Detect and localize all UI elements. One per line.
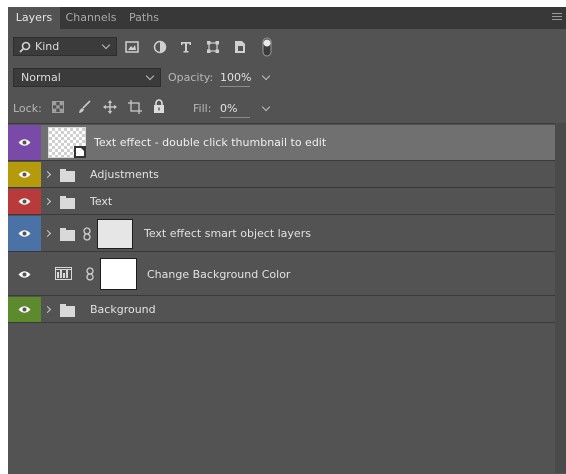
expand-arrow-icon[interactable] bbox=[43, 197, 52, 206]
panel-tab-bar: Layers Channels Paths bbox=[8, 7, 566, 29]
layer-mask-thumbnail[interactable] bbox=[100, 258, 137, 290]
panel-menu-icon[interactable] bbox=[552, 13, 562, 21]
mask-link-icon[interactable] bbox=[83, 227, 91, 241]
filter-toggle-icon[interactable] bbox=[262, 37, 272, 57]
divider bbox=[8, 123, 555, 124]
layer-row-text[interactable]: Text bbox=[8, 189, 555, 215]
layer-name[interactable]: Text effect - double click thumbnail to … bbox=[94, 136, 326, 149]
mask-link-icon[interactable] bbox=[86, 267, 94, 281]
fill-underline bbox=[220, 117, 250, 118]
layer-name[interactable]: Text effect smart object layers bbox=[144, 227, 311, 240]
layers-panel: Layers Channels Paths Kind Normal Opacit… bbox=[8, 7, 566, 474]
eye-icon[interactable] bbox=[18, 305, 31, 314]
layer-name[interactable]: Text bbox=[90, 195, 112, 208]
layer-name[interactable]: Background bbox=[90, 303, 156, 316]
expand-arrow-icon[interactable] bbox=[43, 229, 52, 238]
chevron-down-icon bbox=[101, 40, 111, 50]
folder-icon bbox=[60, 196, 75, 209]
adjustment-filter-icon[interactable] bbox=[153, 40, 167, 54]
tab-layers[interactable]: Layers bbox=[8, 7, 60, 29]
shape-filter-icon[interactable] bbox=[206, 40, 220, 54]
expand-arrow-icon[interactable] bbox=[43, 305, 52, 314]
folder-icon bbox=[60, 228, 75, 241]
filter-kind-select[interactable]: Kind bbox=[13, 37, 117, 56]
opacity-value[interactable]: 100% bbox=[220, 71, 251, 84]
layers-scrollbar[interactable] bbox=[555, 123, 566, 473]
lock-transparent-icon[interactable] bbox=[52, 101, 64, 113]
layer-row-change-background[interactable]: Change Background Color bbox=[8, 253, 555, 296]
eye-icon[interactable] bbox=[18, 270, 31, 279]
tab-paths[interactable]: Paths bbox=[123, 7, 165, 29]
fill-value[interactable]: 0% bbox=[220, 102, 237, 115]
lock-brush-icon[interactable] bbox=[78, 100, 91, 114]
layer-color-tag[interactable] bbox=[8, 253, 41, 295]
layer-color-tag[interactable] bbox=[8, 125, 41, 160]
filter-kind-label: Kind bbox=[35, 40, 60, 53]
layer-name[interactable]: Adjustments bbox=[90, 168, 159, 181]
eye-icon[interactable] bbox=[18, 138, 31, 147]
layer-color-tag[interactable] bbox=[8, 297, 41, 322]
lock-artboard-icon[interactable] bbox=[128, 100, 142, 114]
chevron-down-icon bbox=[145, 71, 155, 81]
lock-label: Lock: bbox=[13, 102, 42, 115]
type-filter-icon[interactable] bbox=[179, 40, 193, 54]
folder-icon bbox=[60, 169, 75, 182]
smart-object-filter-icon[interactable] bbox=[233, 40, 247, 54]
layer-thumbnail[interactable] bbox=[48, 127, 86, 158]
blend-mode-select[interactable]: Normal bbox=[13, 68, 161, 87]
layer-row-smart-object-layers[interactable]: Text effect smart object layers bbox=[8, 216, 555, 252]
eye-icon[interactable] bbox=[18, 170, 31, 179]
layer-row-background[interactable]: Background bbox=[8, 297, 555, 323]
layer-mask-thumbnail[interactable] bbox=[97, 219, 133, 249]
layer-name[interactable]: Change Background Color bbox=[147, 268, 290, 281]
tab-channels[interactable]: Channels bbox=[61, 7, 121, 29]
search-icon bbox=[19, 41, 31, 53]
layer-color-tag[interactable] bbox=[8, 189, 41, 214]
layer-color-tag[interactable] bbox=[8, 162, 41, 187]
image-filter-icon[interactable] bbox=[125, 40, 139, 54]
layer-row-adjustments[interactable]: Adjustments bbox=[8, 162, 555, 188]
fill-chevron-icon[interactable] bbox=[261, 102, 271, 112]
levels-adjustment-icon[interactable] bbox=[55, 267, 72, 280]
lock-move-icon[interactable] bbox=[103, 100, 117, 114]
blend-mode-value: Normal bbox=[21, 71, 61, 84]
folder-icon bbox=[60, 304, 75, 317]
lock-all-icon[interactable] bbox=[153, 99, 165, 114]
smart-object-badge-icon bbox=[74, 146, 86, 158]
opacity-label: Opacity: bbox=[168, 71, 214, 84]
opacity-chevron-icon[interactable] bbox=[261, 71, 271, 81]
fill-label: Fill: bbox=[193, 102, 212, 115]
opacity-underline bbox=[220, 86, 250, 87]
eye-icon[interactable] bbox=[18, 229, 31, 238]
expand-arrow-icon[interactable] bbox=[43, 170, 52, 179]
eye-icon[interactable] bbox=[18, 197, 31, 206]
layer-row-text-effect[interactable]: Text effect - double click thumbnail to … bbox=[8, 125, 555, 161]
layer-color-tag[interactable] bbox=[8, 216, 41, 251]
